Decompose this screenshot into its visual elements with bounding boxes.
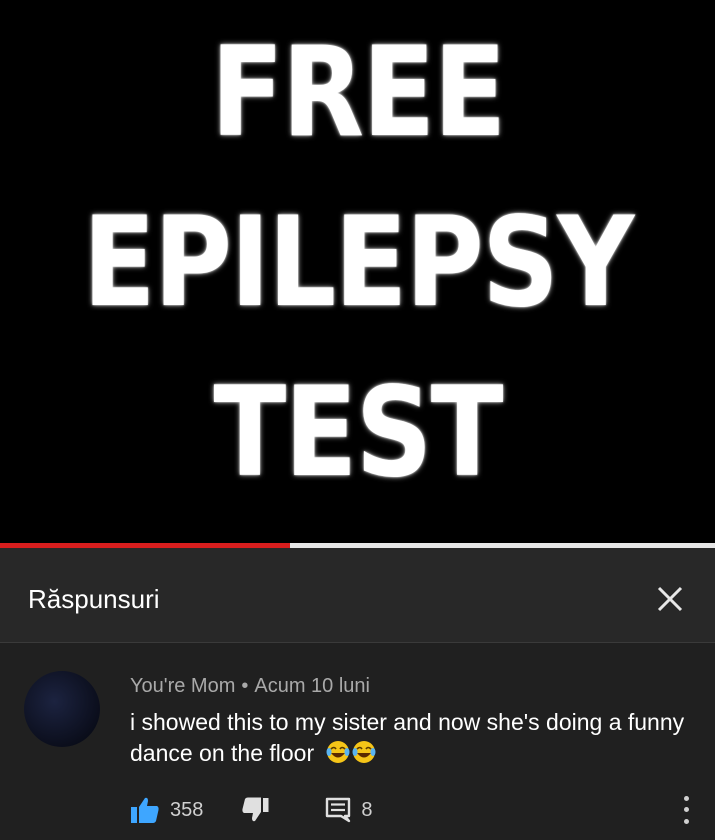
close-icon [657,586,683,612]
comment-text: i showed this to my sister and now she's… [130,707,700,773]
like-button[interactable]: 358 [130,796,203,824]
video-text-line-1: FREE [210,21,507,165]
more-dot-icon [683,807,689,813]
more-options-button[interactable] [676,793,696,827]
reply-count: 8 [361,798,373,821]
thumbs-down-icon [242,797,269,822]
close-button[interactable] [650,579,690,619]
comment-author[interactable]: You're Mom [130,675,235,697]
replies-title: Răspunsuri [28,584,160,614]
more-dot-icon [683,818,689,824]
like-count: 358 [170,798,204,821]
comment-meta: You're Mom • Acum 10 luni [130,675,370,698]
video-text-line-2: EPILEPSY [82,191,635,335]
meta-separator: • [241,675,249,697]
more-dot-icon [683,796,689,802]
video-player[interactable]: FREE EPILEPSY TEST [0,0,715,545]
replies-header: Răspunsuri [0,548,715,643]
reply-button[interactable]: 8 [325,797,373,823]
tears-of-joy-emoji-icon [325,739,377,773]
dislike-button[interactable] [241,797,269,823]
comment: You're Mom • Acum 10 luni i showed this to… [0,643,715,840]
comment-time: Acum 10 luni [254,675,370,697]
reply-comment-icon [326,797,351,823]
comment-body: i showed this to my sister and now she's… [130,709,685,766]
thumbs-up-icon [131,797,159,823]
video-text-line-3: TEST [213,361,503,505]
avatar[interactable] [24,671,100,747]
comment-actions: 358 8 [130,795,373,825]
